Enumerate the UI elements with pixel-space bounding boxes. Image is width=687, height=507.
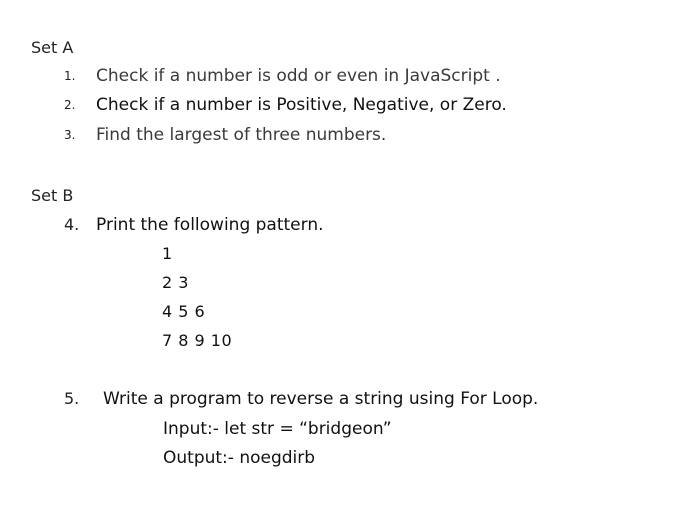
item-3-text: Find the largest of three numbers. [96,125,387,145]
item-1-text: Check if a number is odd or even in Java… [96,66,501,86]
pattern-line-3: 4 5 6 [162,302,206,321]
item-1-number: 1. [64,69,76,83]
item-2-text: Check if a number is Positive, Negative,… [96,95,507,115]
item-5-output-line: Output:- noegdirb [163,448,316,468]
pattern-line-4: 7 8 9 10 [162,331,233,350]
item-4-text: Print the following pattern. [96,215,324,235]
pattern-line-2: 2 3 [162,273,189,292]
item-5-number: 5. [64,389,80,408]
item-5-input-line: Input:- let str = “bridgeon” [163,419,392,439]
item-5-text: Write a program to reverse a string usin… [103,389,539,409]
pattern-line-1: 1 [162,244,173,263]
item-4-number: 4. [64,215,80,234]
document-page: Set A 1. Check if a number is odd or eve… [0,0,687,507]
item-3-number: 3. [64,128,76,142]
item-2-number: 2. [64,98,76,112]
set-b-heading: Set B [31,186,74,205]
set-a-heading: Set A [31,38,74,57]
